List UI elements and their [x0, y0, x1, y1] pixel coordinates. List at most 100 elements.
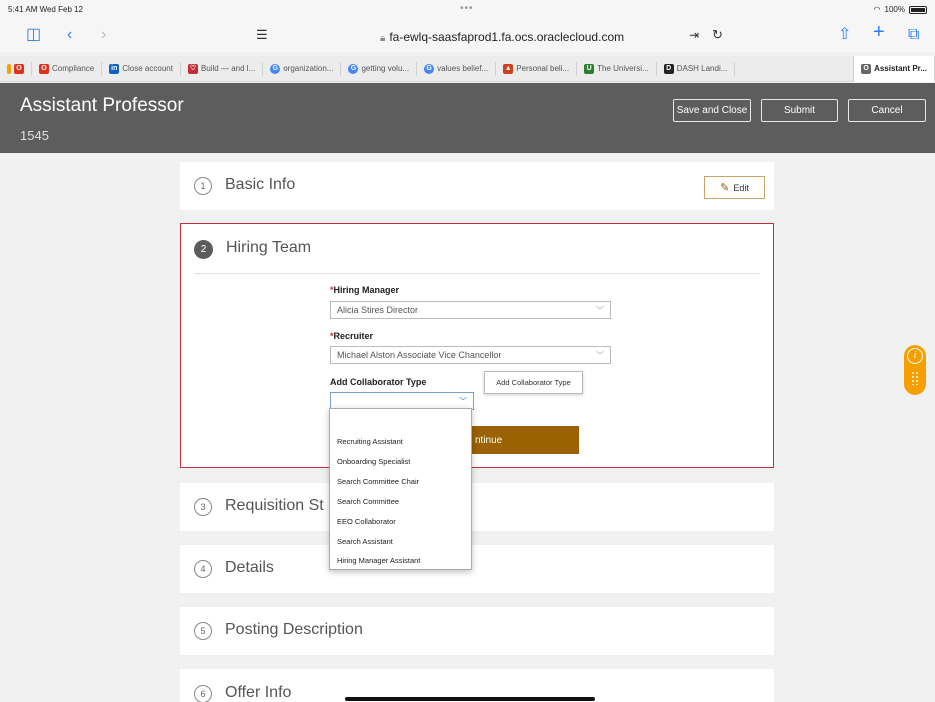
submit-button[interactable]: Submit	[761, 99, 838, 122]
step-number: 5	[194, 622, 212, 640]
bookmark-item[interactable]: in Close account	[102, 61, 181, 76]
divider	[195, 273, 760, 274]
bookmark-item[interactable]: O Compliance	[32, 61, 103, 76]
bookmark-item[interactable]: D DASH Landi...	[657, 61, 736, 76]
home-indicator[interactable]	[345, 697, 595, 701]
dropdown-option[interactable]: EEO Collaborator	[337, 517, 467, 526]
cancel-button[interactable]: Cancel	[848, 99, 926, 122]
lock-icon: 🔒︎	[380, 33, 386, 44]
dropdown-option[interactable]: Recruiting Assistant	[337, 437, 467, 446]
bookmark-label: DASH Landi...	[676, 64, 728, 73]
section-title: Details	[225, 559, 274, 576]
linkedin-icon: in	[109, 63, 120, 74]
step-number: 6	[194, 685, 212, 702]
share-extension-icon[interactable]: ⇥	[689, 26, 699, 44]
dropdown-option[interactable]: Search Assistant	[337, 537, 467, 546]
mountain-icon: ▲	[503, 63, 514, 74]
bookmark-item[interactable]: O	[0, 61, 32, 76]
bookmark-label: getting volu...	[361, 64, 410, 73]
page-header: Assistant Professor 1545 Save and Close …	[0, 83, 935, 153]
bookmark-label: organization...	[283, 64, 334, 73]
bookmark-item[interactable]: ▲ Personal beli...	[496, 61, 578, 76]
status-right: ◠ 100%	[874, 5, 927, 14]
active-tab[interactable]: O Assistant Pr...	[853, 55, 935, 82]
collaborator-type-label: Add Collaborator Type	[330, 377, 427, 387]
page-title: Assistant Professor	[20, 95, 184, 116]
section-title: Hiring Team	[226, 239, 312, 256]
dropdown-option[interactable]: Search Committee Chair	[337, 477, 467, 486]
bookmark-label: Close account	[122, 64, 173, 73]
edit-label: Edit	[733, 183, 749, 193]
section-title: Posting Description	[225, 621, 363, 638]
recruiter-select[interactable]: Michael Alston Associate Vice Chancellor…	[330, 346, 611, 364]
step-number: 4	[194, 560, 212, 578]
oracle-icon: O	[14, 63, 24, 74]
label-text: Recruiter	[333, 331, 374, 341]
step-number: 2	[194, 240, 213, 259]
bookmark-label: Build — and l...	[200, 64, 256, 73]
section-basic-info: 1 Basic Info ✎ Edit	[180, 162, 774, 210]
tabs-overview-icon[interactable]: ⧉	[908, 26, 919, 44]
section-title: Requisition St	[225, 497, 324, 514]
bookmark-label: Compliance	[52, 64, 95, 73]
bookmark-item[interactable]: ♡ Build — and l...	[181, 61, 264, 76]
reader-icon[interactable]: ☰	[256, 26, 268, 44]
url-text: fa-ewlq-saasfaprod1.fa.ocs.oraclecloud.c…	[389, 30, 625, 44]
dropdown-option[interactable]: Search Committee	[337, 497, 467, 506]
browser-toolbar: ◫ ‹ › ☰ 🔒︎ fa-ewlq-saasfaprod1.fa.ocs.ora…	[0, 20, 935, 52]
bookmark-item[interactable]: Gorganization...	[263, 61, 342, 76]
dash-icon: D	[663, 63, 674, 74]
pencil-icon: ✎	[720, 182, 730, 194]
edit-button[interactable]: ✎ Edit	[704, 176, 765, 199]
university-icon: U	[584, 63, 595, 74]
url-field[interactable]: 🔒︎ fa-ewlq-saasfaprod1.fa.ocs.oraclecloud…	[380, 30, 624, 44]
hiring-manager-select[interactable]: Alicia Stires Director ﹀	[330, 301, 611, 319]
battery-icon	[909, 5, 927, 14]
section-title: Offer Info	[225, 684, 292, 701]
google-icon: G	[348, 63, 359, 74]
drag-handle-icon[interactable]	[911, 371, 919, 385]
collaborator-type-dropdown: Recruiting Assistant Onboarding Speciali…	[329, 408, 472, 570]
bookmark-icon	[7, 63, 11, 74]
status-time: 5:41 AM Wed Feb 12	[8, 5, 84, 14]
bookmark-item[interactable]: U The Universi...	[577, 61, 657, 76]
tooltip: Add Collaborator Type	[484, 371, 583, 394]
bookmark-label: The Universi...	[597, 64, 649, 73]
recruiter-label: *Recruiter	[330, 331, 373, 341]
chevron-down-icon: ﹀	[459, 397, 467, 406]
share-icon[interactable]: ⇧	[838, 26, 851, 44]
bookmark-item[interactable]: Ggetting volu...	[341, 61, 418, 76]
section-title: Basic Info	[225, 176, 296, 193]
heart-icon: ♡	[187, 63, 198, 74]
hiring-manager-label: *Hiring Manager	[330, 285, 399, 295]
bookmark-label: Personal beli...	[516, 64, 570, 73]
back-icon[interactable]: ‹	[67, 26, 72, 44]
save-and-close-button[interactable]: Save and Close	[673, 99, 751, 122]
oracle-icon: O	[861, 63, 872, 74]
oracle-icon: O	[39, 63, 49, 74]
status-bar: 5:41 AM Wed Feb 12 ••• ◠ 100%	[0, 0, 935, 20]
floating-assistant[interactable]: i	[904, 345, 926, 395]
info-icon[interactable]: i	[907, 348, 923, 364]
section-hiring-team: 2 Hiring Team *Hiring Manager Alicia Sti…	[180, 223, 774, 468]
multitask-dots-icon[interactable]: •••	[460, 3, 474, 14]
dropdown-option[interactable]: Hiring Manager Assistant	[337, 556, 467, 565]
section-requisition-structure: 3 Requisition St	[180, 483, 774, 531]
reload-icon[interactable]: ↻	[712, 26, 723, 44]
new-tab-icon[interactable]: +	[873, 22, 885, 42]
google-icon: G	[270, 63, 281, 74]
section-details: 4 Details	[180, 545, 774, 593]
chevron-down-icon: ﹀	[596, 351, 604, 360]
chevron-down-icon: ﹀	[596, 306, 604, 315]
select-value: Alicia Stires Director	[337, 305, 419, 315]
bookmark-item[interactable]: Gvalues belief...	[417, 61, 497, 76]
step-number: 1	[194, 177, 212, 195]
bookmark-label: values belief...	[437, 64, 489, 73]
dropdown-option[interactable]: Onboarding Specialist	[337, 457, 467, 466]
requisition-number: 1545	[20, 128, 49, 143]
sidebar-icon[interactable]: ◫	[26, 26, 41, 44]
bookmarks-bar: O O Compliance in Close account ♡ Build — a…	[0, 55, 935, 82]
google-icon: G	[424, 63, 435, 74]
forward-icon[interactable]: ›	[101, 26, 106, 44]
label-text: Hiring Manager	[333, 285, 400, 295]
